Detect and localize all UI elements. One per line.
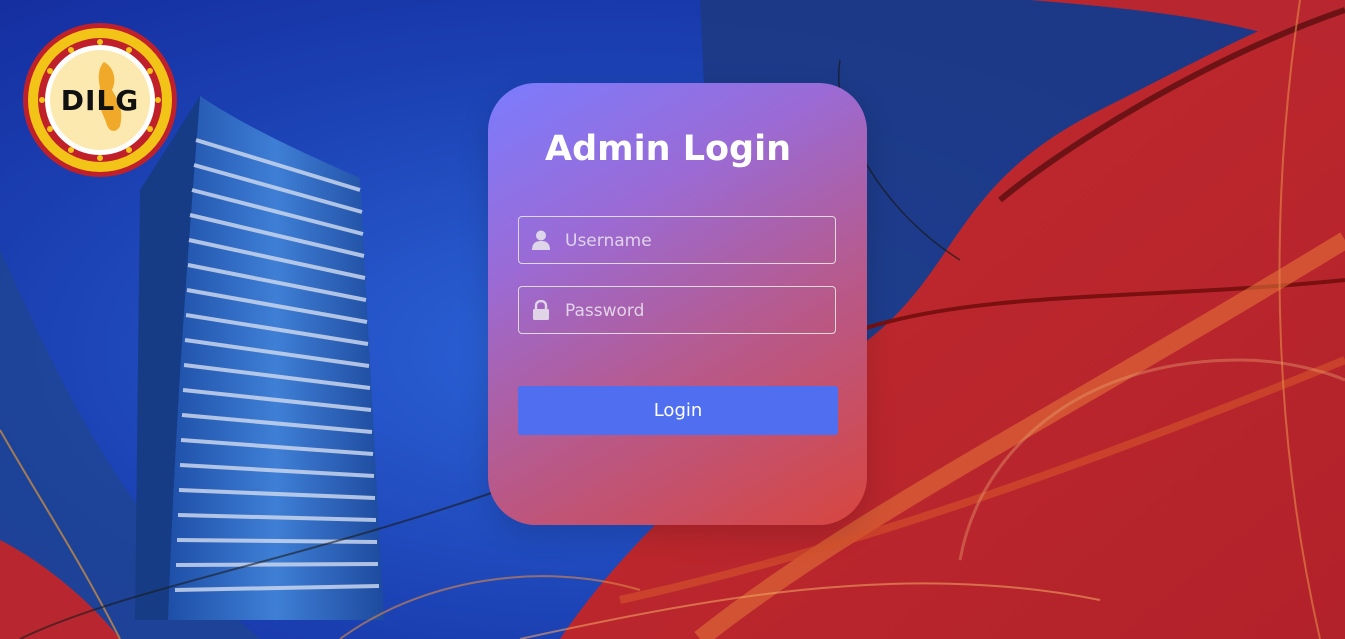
- user-icon: [532, 230, 550, 250]
- lock-icon: [532, 299, 550, 320]
- username-field[interactable]: [518, 216, 836, 264]
- username-input[interactable]: [563, 217, 827, 264]
- seal-label: DILG: [60, 83, 140, 117]
- login-button[interactable]: Login: [518, 386, 838, 435]
- login-title: Admin Login: [544, 129, 792, 169]
- dilg-seal-logo: DILG: [22, 22, 178, 178]
- password-field[interactable]: [518, 286, 836, 334]
- login-card: Admin Login Login: [488, 83, 867, 525]
- password-input[interactable]: [563, 287, 827, 334]
